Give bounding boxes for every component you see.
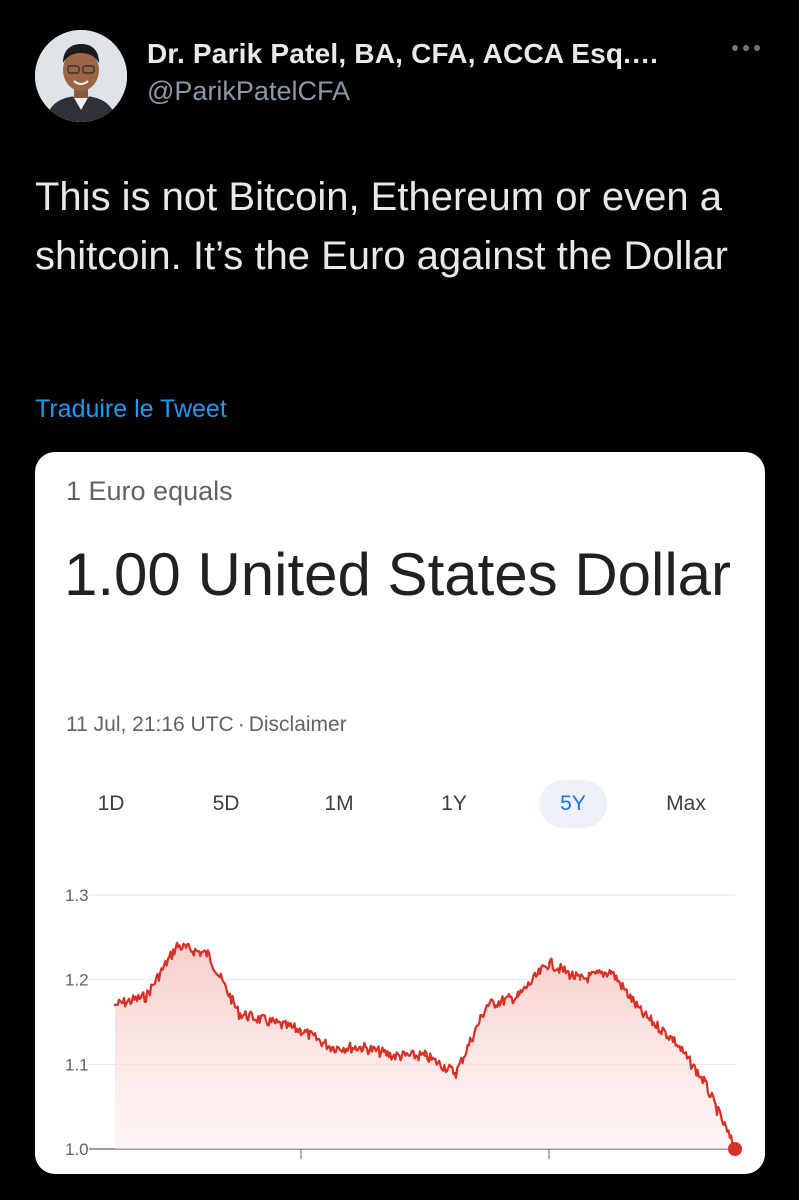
data-point: [268, 1020, 272, 1024]
range-tabs: 1D 5D 1M 1Y 5Y Max: [35, 780, 765, 828]
series-area: [115, 942, 735, 1149]
translate-link[interactable]: Traduire le Tweet: [35, 395, 227, 424]
data-point: [206, 953, 210, 956]
data-point: [113, 1003, 117, 1007]
y-tick-label: 1.1: [65, 1055, 89, 1074]
data-point: [671, 1037, 675, 1041]
last-value-marker: [728, 1142, 742, 1156]
card-value: 1.00 United States Dollar: [64, 541, 732, 608]
data-point: [547, 961, 551, 964]
data-point: [144, 995, 148, 998]
card-label: 1 Euro equals: [66, 476, 233, 506]
card-timestamp: 11 Jul, 21:16 UTC: [66, 713, 234, 736]
disclaimer-link[interactable]: Disclaimer: [249, 713, 347, 736]
y-axis-labels: 1.3 1.2 1.1 1.0: [65, 886, 89, 1159]
data-point: [423, 1054, 427, 1058]
data-point: [454, 1071, 458, 1074]
data-point: [485, 1003, 489, 1007]
currency-card[interactable]: 1 Euro equals 1.00 United States Dollar …: [35, 452, 765, 1174]
avatar-photo: [35, 30, 127, 122]
author-handle[interactable]: @ParikPatelCFA: [147, 76, 350, 107]
data-point: [702, 1080, 706, 1083]
x-axis-labels: 20192021: [300, 1149, 550, 1159]
tab-1y[interactable]: 1Y: [418, 780, 490, 828]
tab-1d[interactable]: 1D: [75, 780, 147, 828]
meta-separator: ·: [237, 713, 245, 736]
data-point: [175, 944, 179, 947]
data-point: [516, 995, 520, 998]
y-tick-label: 1.3: [65, 886, 89, 905]
exchange-rate-chart[interactable]: 1.3 1.2 1.1 1.0 20192021: [35, 867, 765, 1167]
card-meta: 11 Jul, 21:16 UTC · Disclaimer: [66, 713, 347, 737]
y-tick-label: 1.2: [65, 971, 89, 990]
tab-5d[interactable]: 5D: [190, 780, 262, 828]
data-point: [392, 1054, 396, 1058]
avatar[interactable]: [35, 30, 127, 122]
tab-5y[interactable]: 5Y: [539, 780, 607, 828]
author-name[interactable]: Dr. Parik Patel, BA, CFA, ACCA Esq.…: [147, 38, 659, 70]
more-horizontal-icon[interactable]: [732, 38, 766, 58]
data-point: [237, 1012, 241, 1015]
y-tick-label: 1.0: [65, 1140, 89, 1159]
data-point: [361, 1046, 365, 1049]
tab-max[interactable]: Max: [650, 780, 722, 828]
data-point: [330, 1046, 334, 1049]
data-point: [640, 1012, 644, 1015]
data-point: [609, 970, 613, 973]
tweet-text: This is not Bitcoin, Ethereum or even a …: [35, 175, 728, 278]
top-bar-remnant: [355, 0, 455, 4]
tab-1m[interactable]: 1M: [303, 780, 375, 828]
data-point: [578, 978, 582, 981]
data-point: [299, 1029, 303, 1032]
